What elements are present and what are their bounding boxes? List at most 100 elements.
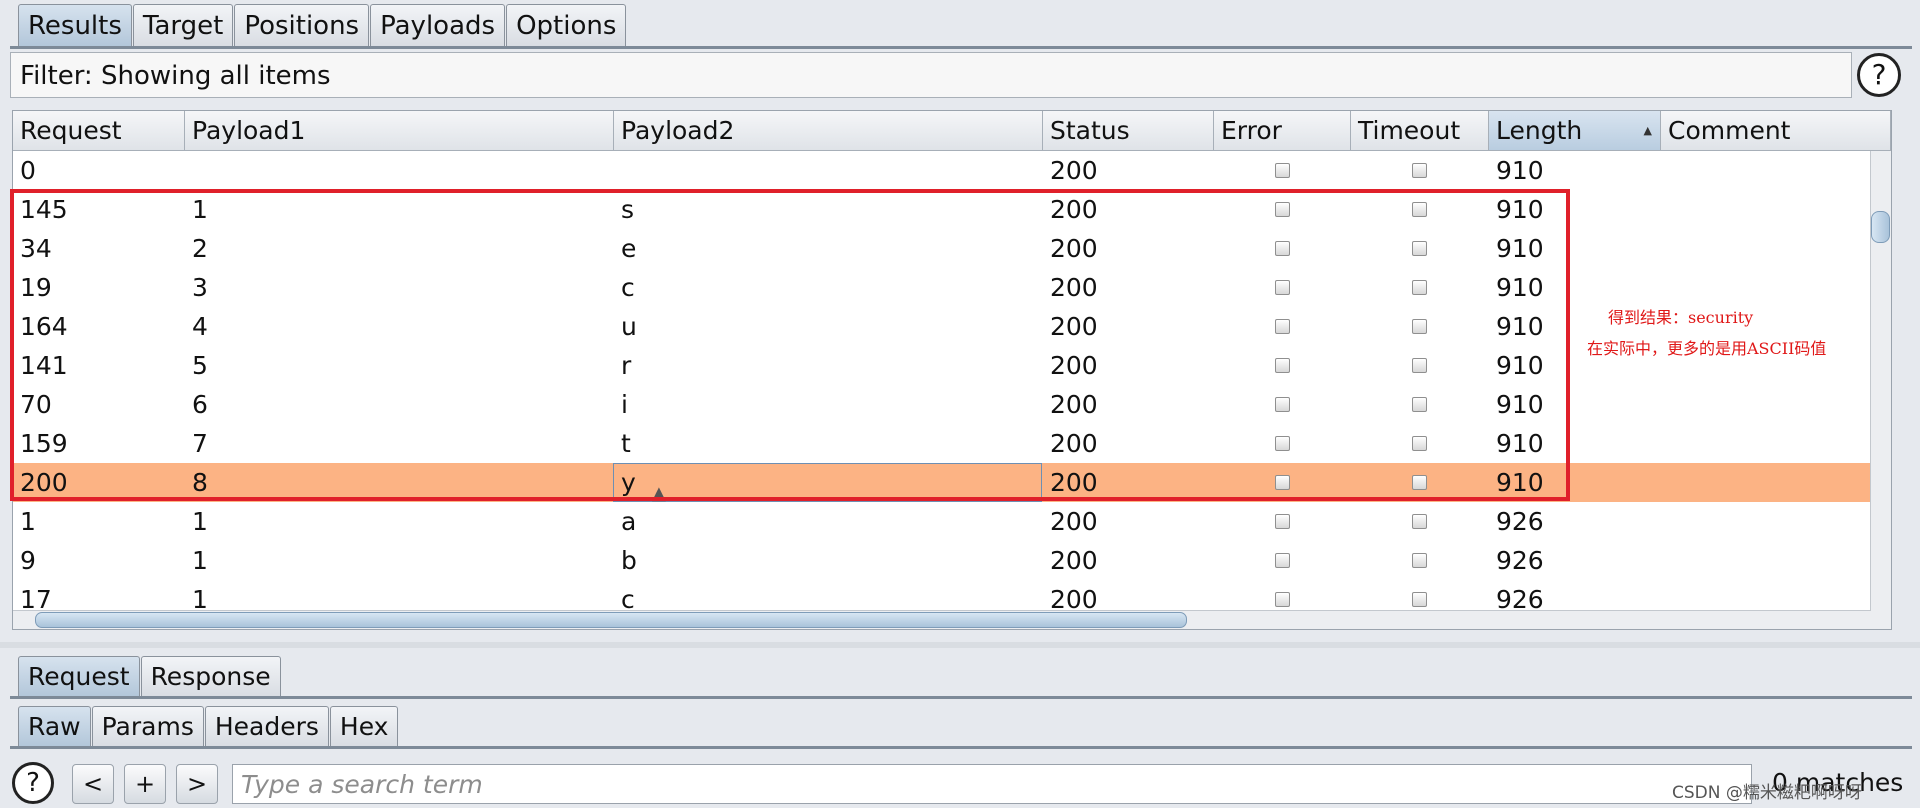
column-header-payload1[interactable]: Payload1 bbox=[185, 111, 614, 151]
timeout-checkbox[interactable] bbox=[1412, 514, 1427, 529]
table-row[interactable]: 200 8 y 200 910 bbox=[13, 463, 1891, 502]
tab-target[interactable]: Target bbox=[132, 4, 234, 46]
view-tab-bar: Raw Params Headers Hex bbox=[18, 706, 399, 746]
timeout-checkbox[interactable] bbox=[1412, 592, 1427, 607]
annotation-result-text: 得到结果：security bbox=[1608, 308, 1754, 327]
timeout-checkbox[interactable] bbox=[1412, 163, 1427, 178]
cell-length: 910 bbox=[1496, 351, 1544, 380]
annotation-ascii-note: 在实际中，更多的是用ASCII码值 bbox=[1587, 339, 1827, 358]
search-help-button[interactable]: ? bbox=[12, 762, 54, 804]
results-table: Request Payload1 Payload2 Status Error T… bbox=[12, 110, 1892, 630]
cell-payload1: 7 bbox=[192, 429, 208, 458]
cell-payload2: b bbox=[621, 546, 637, 575]
error-checkbox[interactable] bbox=[1275, 397, 1290, 412]
error-checkbox[interactable] bbox=[1275, 553, 1290, 568]
cell-payload1: 1 bbox=[192, 195, 208, 224]
timeout-checkbox[interactable] bbox=[1412, 436, 1427, 451]
cell-comment bbox=[1661, 151, 1668, 190]
cell-status: 200 bbox=[1050, 234, 1098, 263]
cell-length: 910 bbox=[1496, 156, 1544, 185]
cell-length: 910 bbox=[1496, 195, 1544, 224]
vertical-scrollbar[interactable] bbox=[1870, 151, 1891, 629]
table-row[interactable]: 34 2 e 200 910 bbox=[13, 229, 1891, 268]
cell-request: 19 bbox=[20, 273, 52, 302]
timeout-checkbox[interactable] bbox=[1412, 202, 1427, 217]
cell-comment bbox=[1661, 424, 1668, 463]
tab-headers[interactable]: Headers bbox=[204, 706, 329, 746]
pane-splitter[interactable] bbox=[0, 642, 1920, 648]
cell-status: 200 bbox=[1050, 351, 1098, 380]
horizontal-scroll-thumb[interactable] bbox=[35, 612, 1187, 628]
cell-payload1: 5 bbox=[192, 351, 208, 380]
error-checkbox[interactable] bbox=[1275, 280, 1290, 295]
help-button[interactable]: ? bbox=[1857, 53, 1901, 97]
error-checkbox[interactable] bbox=[1275, 592, 1290, 607]
column-header-length[interactable]: Length ▲ bbox=[1489, 111, 1661, 151]
table-row[interactable]: 159 7 t 200 910 bbox=[13, 424, 1891, 463]
table-row[interactable]: 9 1 b 200 926 bbox=[13, 541, 1891, 580]
error-checkbox[interactable] bbox=[1275, 514, 1290, 529]
table-row[interactable]: 19 3 c 200 910 bbox=[13, 268, 1891, 307]
tab-request[interactable]: Request bbox=[18, 656, 140, 696]
tab-results[interactable]: Results bbox=[18, 4, 132, 46]
cell-status: 200 bbox=[1050, 429, 1098, 458]
cell-status: 200 bbox=[1050, 390, 1098, 419]
timeout-checkbox[interactable] bbox=[1412, 241, 1427, 256]
tab-divider bbox=[10, 46, 1912, 49]
timeout-checkbox[interactable] bbox=[1412, 358, 1427, 373]
tab-params[interactable]: Params bbox=[91, 706, 204, 746]
error-checkbox[interactable] bbox=[1275, 358, 1290, 373]
column-header-payload2[interactable]: Payload2 bbox=[614, 111, 1043, 151]
watermark-text: CSDN @糯米糍粑啊呀呀 bbox=[1672, 783, 1862, 803]
error-checkbox[interactable] bbox=[1275, 475, 1290, 490]
main-tab-bar: Results Target Positions Payloads Option… bbox=[18, 4, 627, 46]
cell-request: 34 bbox=[20, 234, 52, 263]
tab-hex[interactable]: Hex bbox=[329, 706, 399, 746]
table-row[interactable]: 1 1 a 200 926 bbox=[13, 502, 1891, 541]
error-checkbox[interactable] bbox=[1275, 202, 1290, 217]
error-checkbox[interactable] bbox=[1275, 436, 1290, 451]
tab-raw[interactable]: Raw bbox=[18, 706, 91, 746]
column-header-comment[interactable]: Comment bbox=[1661, 111, 1891, 151]
sort-ascending-icon: ▲ bbox=[1643, 124, 1652, 137]
table-row[interactable]: 0 200 910 bbox=[13, 151, 1891, 190]
filter-bar[interactable]: Filter: Showing all items bbox=[10, 52, 1852, 98]
cell-request: 145 bbox=[20, 195, 68, 224]
horizontal-scrollbar[interactable] bbox=[13, 610, 1871, 629]
cell-payload2: r bbox=[621, 351, 632, 380]
previous-match-button[interactable]: < bbox=[72, 764, 114, 804]
column-header-request[interactable]: Request bbox=[13, 111, 185, 151]
cell-status: 200 bbox=[1050, 273, 1098, 302]
cell-status: 200 bbox=[1050, 156, 1098, 185]
column-header-status[interactable]: Status bbox=[1043, 111, 1214, 151]
timeout-checkbox[interactable] bbox=[1412, 475, 1427, 490]
cell-comment bbox=[1661, 502, 1668, 541]
cell-comment bbox=[1661, 190, 1668, 229]
tab-response[interactable]: Response bbox=[140, 656, 281, 696]
add-search-button[interactable]: + bbox=[124, 764, 166, 804]
cell-request: 164 bbox=[20, 312, 68, 341]
tab-payloads[interactable]: Payloads bbox=[370, 4, 506, 46]
timeout-checkbox[interactable] bbox=[1412, 553, 1427, 568]
column-header-error[interactable]: Error bbox=[1214, 111, 1351, 151]
timeout-checkbox[interactable] bbox=[1412, 397, 1427, 412]
cell-payload2: c bbox=[621, 273, 635, 302]
cell-payload1: 1 bbox=[192, 507, 208, 536]
error-checkbox[interactable] bbox=[1275, 319, 1290, 334]
vertical-scroll-thumb[interactable] bbox=[1871, 211, 1890, 243]
cell-request: 70 bbox=[20, 390, 52, 419]
table-row[interactable]: 70 6 i 200 910 bbox=[13, 385, 1891, 424]
tab-positions[interactable]: Positions bbox=[234, 4, 370, 46]
column-header-timeout[interactable]: Timeout bbox=[1351, 111, 1489, 151]
search-input[interactable] bbox=[232, 764, 1752, 804]
cell-length: 910 bbox=[1496, 390, 1544, 419]
table-row[interactable]: 145 1 s 200 910 bbox=[13, 190, 1891, 229]
error-checkbox[interactable] bbox=[1275, 163, 1290, 178]
cell-length: 910 bbox=[1496, 429, 1544, 458]
next-match-button[interactable]: > bbox=[176, 764, 218, 804]
error-checkbox[interactable] bbox=[1275, 241, 1290, 256]
cell-request: 141 bbox=[20, 351, 68, 380]
tab-options[interactable]: Options bbox=[506, 4, 627, 46]
timeout-checkbox[interactable] bbox=[1412, 280, 1427, 295]
timeout-checkbox[interactable] bbox=[1412, 319, 1427, 334]
